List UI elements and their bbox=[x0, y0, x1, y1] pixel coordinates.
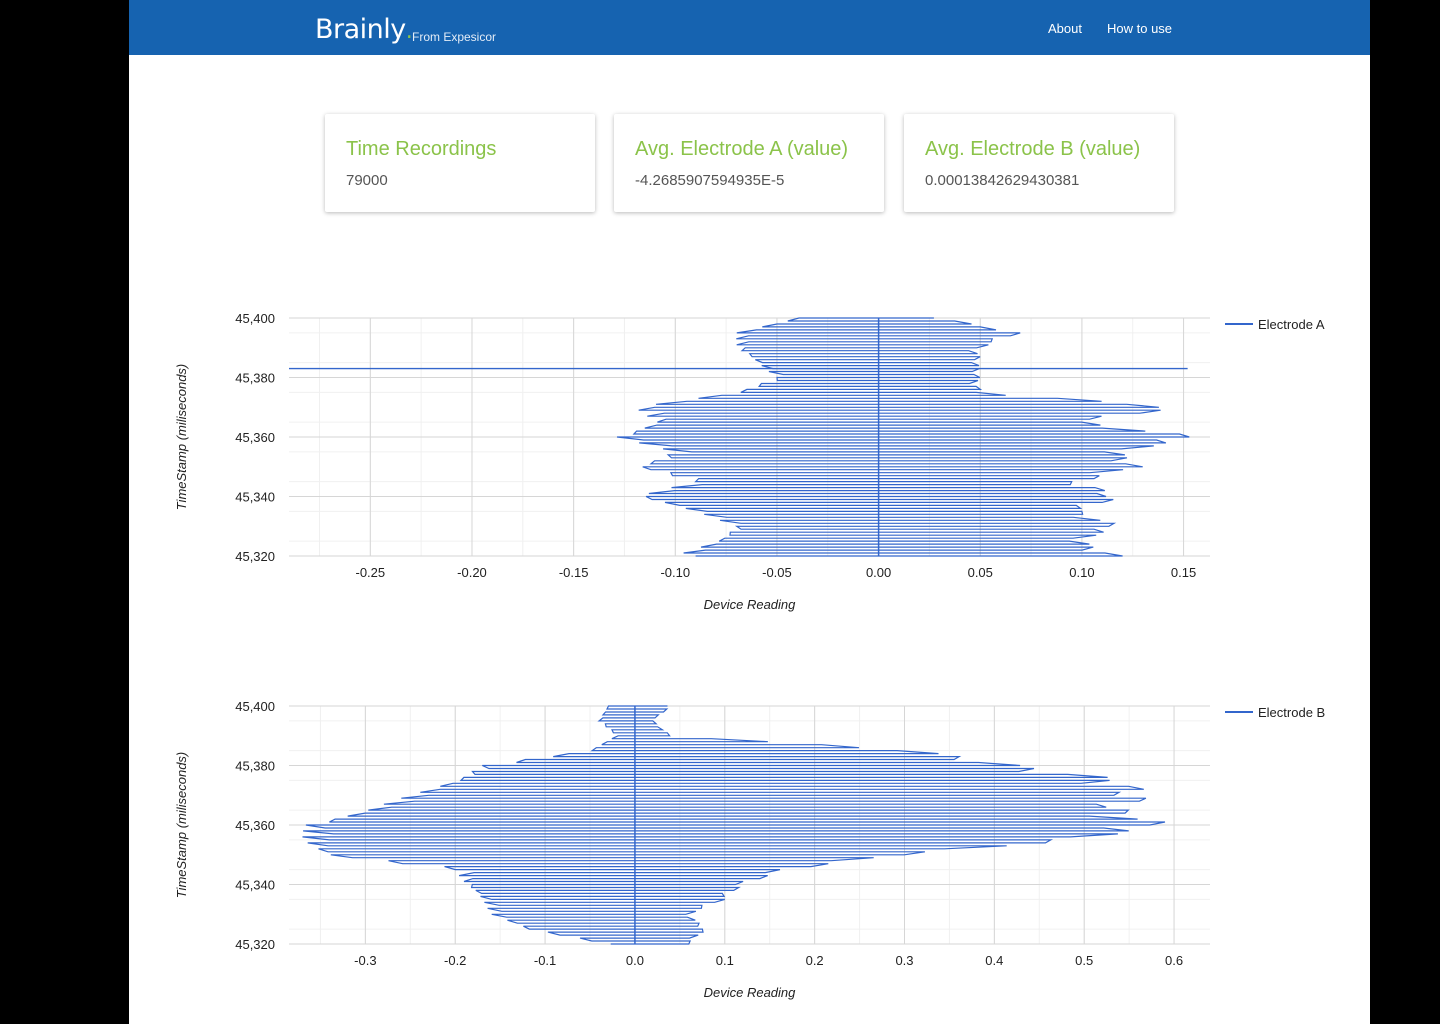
y-tick-label: 45,340 bbox=[235, 878, 275, 893]
x-tick-label: 0.05 bbox=[968, 565, 993, 580]
stat-card-title: Avg. Electrode B (value) bbox=[925, 138, 1141, 160]
x-tick-label: 0.00 bbox=[866, 565, 891, 580]
nav-how-to-use-link[interactable]: How to use bbox=[1107, 21, 1172, 36]
y-tick-label: 45,400 bbox=[235, 699, 275, 714]
stat-card-value: 0.00013842629430381 bbox=[925, 172, 1080, 189]
navbar: Brainly. From Expesicor About How to use bbox=[129, 0, 1370, 55]
x-tick-label: -0.10 bbox=[660, 565, 690, 580]
x-tick-label: -0.05 bbox=[762, 565, 792, 580]
x-tick-label: 0.10 bbox=[1069, 565, 1094, 580]
x-tick-label: 0.3 bbox=[895, 953, 913, 968]
x-tick-label: 0.1 bbox=[716, 953, 734, 968]
brand-tagline: From Expesicor bbox=[412, 30, 497, 44]
x-tick-label: -0.25 bbox=[356, 565, 386, 580]
x-axis-title: Device Reading bbox=[704, 985, 797, 1000]
series-line-electrode-b bbox=[302, 705, 1166, 945]
brand-logo[interactable]: Brainly. bbox=[315, 14, 413, 45]
x-tick-label: 0.15 bbox=[1171, 565, 1196, 580]
x-tick-label: -0.20 bbox=[457, 565, 487, 580]
x-tick-label: -0.1 bbox=[534, 953, 556, 968]
chart-electrode-b: -0.3 -0.2 -0.1 0.0 0.1 0.2 0.3 0.4 0.5 0.6 45,320 4… bbox=[174, 699, 1325, 1000]
stat-card-time-recordings: Time Recordings 79000 bbox=[325, 114, 595, 212]
y-tick-label: 45,340 bbox=[235, 490, 275, 505]
series-line-electrode-a bbox=[616, 317, 1190, 557]
y-tick-label: 45,320 bbox=[235, 937, 275, 952]
stat-card-avg-electrode-b: Avg. Electrode B (value) 0.0001384262943… bbox=[904, 114, 1174, 212]
chart-legend: Electrode B bbox=[1225, 705, 1325, 720]
x-tick-label: 0.2 bbox=[806, 953, 824, 968]
stat-card-value: -4.2685907594935E-5 bbox=[635, 172, 785, 189]
x-tick-label: 0.4 bbox=[985, 953, 1003, 968]
y-tick-label: 45,400 bbox=[235, 311, 275, 326]
y-tick-label: 45,380 bbox=[235, 759, 275, 774]
stat-card-value: 79000 bbox=[346, 172, 388, 189]
x-tick-label: 0.6 bbox=[1165, 953, 1183, 968]
y-tick-label: 45,360 bbox=[235, 430, 275, 445]
legend-label: Electrode B bbox=[1258, 705, 1325, 720]
chart-legend: Electrode A bbox=[1225, 317, 1325, 332]
x-axis-title: Device Reading bbox=[704, 597, 797, 612]
x-tick-label: 0.0 bbox=[626, 953, 644, 968]
x-tick-label: -0.2 bbox=[444, 953, 466, 968]
stat-card-avg-electrode-a: Avg. Electrode A (value) -4.268590759493… bbox=[614, 114, 884, 212]
legend-label: Electrode A bbox=[1258, 317, 1325, 332]
chart-electrode-a: -0.25 -0.20 -0.15 -0.10 -0.05 0.00 0.05 0.10 0.1… bbox=[174, 311, 1325, 612]
y-tick-label: 45,360 bbox=[235, 818, 275, 833]
y-axis-title: TimeStamp (miliseconds) bbox=[174, 752, 189, 899]
nav-about-link[interactable]: About bbox=[1048, 21, 1082, 36]
y-tick-label: 45,320 bbox=[235, 549, 275, 564]
brand-name: Brainly bbox=[315, 14, 406, 45]
y-axis-title: TimeStamp (miliseconds) bbox=[174, 364, 189, 511]
x-tick-label: -0.3 bbox=[354, 953, 376, 968]
page: Brainly. From Expesicor About How to use… bbox=[129, 0, 1370, 1024]
x-tick-label: 0.5 bbox=[1075, 953, 1093, 968]
x-tick-label: -0.15 bbox=[559, 565, 589, 580]
stat-card-title: Avg. Electrode A (value) bbox=[635, 138, 849, 160]
y-tick-label: 45,380 bbox=[235, 371, 275, 386]
stat-card-title: Time Recordings bbox=[346, 138, 497, 160]
